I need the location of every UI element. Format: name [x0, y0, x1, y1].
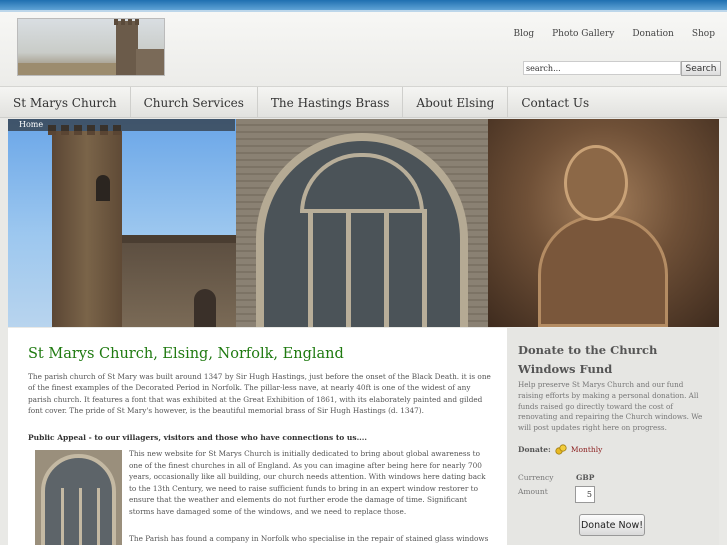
hero-brass-figure-head: [564, 145, 628, 221]
hero-church-nave: [122, 243, 236, 327]
hero-banner: [8, 119, 719, 327]
hero-window-mullion: [422, 209, 427, 327]
hero-window-mullion: [384, 209, 389, 327]
logo-ground: [18, 63, 118, 75]
hero-photo-church-exterior: [8, 119, 236, 327]
nav-item-about-elsing[interactable]: About Elsing: [403, 87, 509, 118]
appeal-paragraph-2: The Parish has found a company in Norfol…: [129, 534, 489, 543]
top-link-photo-gallery[interactable]: Photo Gallery: [552, 29, 614, 39]
intro-paragraph: The parish church of St Mary was built a…: [28, 372, 491, 415]
currency-value: GBP: [576, 473, 595, 482]
hero-nave-window: [194, 289, 216, 327]
amount-label: Amount: [518, 487, 548, 496]
donate-label: Donate:: [518, 444, 551, 454]
appeal-paragraph: This new website for St Marys Church is …: [129, 449, 486, 516]
amount-input[interactable]: [575, 486, 595, 503]
top-link-blog[interactable]: Blog: [513, 29, 534, 39]
breadcrumb-home[interactable]: Home: [8, 119, 235, 131]
logo-tower-battlements: [114, 19, 140, 25]
nav-item-hastings-brass[interactable]: The Hastings Brass: [258, 87, 404, 118]
nav-item-st-marys-church[interactable]: St Marys Church: [0, 87, 131, 118]
nav-item-contact-us[interactable]: Contact Us: [508, 87, 602, 118]
donate-frequency-monthly[interactable]: Monthly: [571, 445, 603, 454]
hero-photo-gothic-window: [236, 119, 488, 327]
donate-description: Help preserve St Marys Church and our fu…: [518, 380, 703, 433]
hero-window-mullion: [308, 209, 313, 327]
coins-icon: [555, 444, 567, 455]
thumbnail-window-arch: [41, 454, 116, 545]
donate-frequency-row: Donate: Monthly: [518, 443, 602, 455]
window-thumbnail: [35, 450, 122, 545]
search-button[interactable]: Search: [681, 61, 721, 76]
top-accent-bar: [0, 0, 727, 10]
logo-tower: [116, 21, 138, 75]
hero-window-mullion: [346, 209, 351, 327]
page-title: St Marys Church, Elsing, Norfolk, Englan…: [28, 346, 344, 362]
thumbnail-mullion: [61, 488, 64, 545]
currency-label: Currency: [518, 473, 554, 482]
top-link-shop[interactable]: Shop: [692, 29, 715, 39]
top-links: Blog Photo Gallery Donation Shop: [513, 29, 715, 39]
logo-roof: [136, 49, 164, 75]
site-logo-church-photo[interactable]: [17, 18, 165, 76]
search-input[interactable]: [523, 61, 681, 75]
thumbnail-mullion: [79, 488, 82, 545]
nav-item-church-services[interactable]: Church Services: [131, 87, 258, 118]
main-nav: St Marys Church Church Services The Hast…: [0, 86, 727, 118]
appeal-heading: Public Appeal - to our villagers, visito…: [28, 433, 368, 442]
thumbnail-mullion: [97, 488, 100, 545]
hero-photo-memorial-brass: [488, 119, 719, 327]
hero-church-tower: [52, 131, 122, 327]
hero-tower-window: [96, 175, 110, 201]
donate-now-button[interactable]: Donate Now!: [579, 514, 645, 536]
donate-heading: Donate to the Church Windows Fund: [518, 343, 658, 376]
hero-brass-figure-body: [538, 215, 668, 327]
top-link-donation[interactable]: Donation: [632, 29, 674, 39]
